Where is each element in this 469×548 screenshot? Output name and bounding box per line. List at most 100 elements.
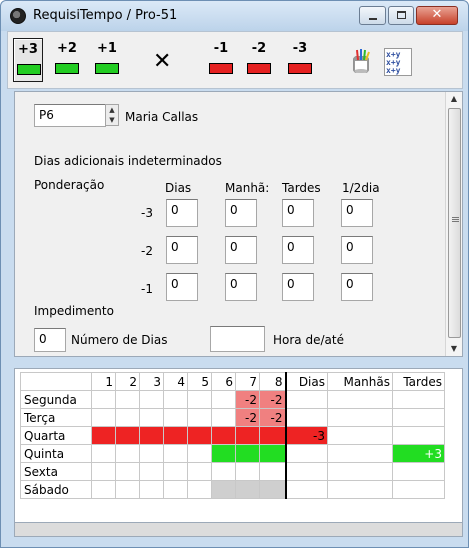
- grid-cell[interactable]: [187, 426, 212, 445]
- grid-cell-tardes[interactable]: [392, 426, 445, 445]
- grid-cell[interactable]: [91, 462, 116, 481]
- grid-cell-manhas[interactable]: [327, 480, 393, 499]
- weight-input[interactable]: 0: [341, 236, 373, 264]
- grid-cell[interactable]: [235, 480, 260, 499]
- grid-cell[interactable]: [139, 408, 164, 427]
- grid-cell[interactable]: [115, 408, 140, 427]
- grid-cell[interactable]: [211, 462, 236, 481]
- grid-col-header[interactable]: 1: [91, 372, 116, 391]
- grid-row-header[interactable]: Terça: [20, 408, 92, 427]
- grid-cell[interactable]: -2: [235, 390, 260, 409]
- subtract-three-button[interactable]: -3: [285, 38, 315, 82]
- grid-cell-tardes[interactable]: [392, 462, 445, 481]
- person-spinner[interactable]: ▲ ▼: [105, 104, 119, 126]
- weight-input[interactable]: 0: [341, 273, 373, 301]
- grid-cell[interactable]: [115, 462, 140, 481]
- title-bar[interactable]: RequisiTempo / Pro-51 ✕: [1, 1, 468, 31]
- grid-col-header[interactable]: 8: [259, 372, 287, 391]
- grid-col-header-dias[interactable]: Dias: [285, 372, 328, 391]
- grid-cell[interactable]: [91, 408, 116, 427]
- grid-cell[interactable]: [115, 390, 140, 409]
- grid-cell[interactable]: [139, 426, 164, 445]
- add-three-button[interactable]: +3: [13, 38, 43, 82]
- weight-input[interactable]: 0: [225, 273, 257, 301]
- grid-cell[interactable]: [211, 480, 236, 499]
- days-count-input[interactable]: 0: [34, 328, 66, 352]
- grid-cell-tardes[interactable]: +3: [392, 444, 445, 463]
- time-range-input[interactable]: [210, 326, 265, 352]
- grid-cell[interactable]: [139, 480, 164, 499]
- grid-cell[interactable]: [91, 426, 116, 445]
- grid-cell[interactable]: [211, 444, 236, 463]
- weight-input[interactable]: 0: [225, 199, 257, 227]
- grid-cell[interactable]: -2: [259, 408, 287, 427]
- grid-cell[interactable]: [163, 408, 188, 427]
- grid-row-header[interactable]: Quarta: [20, 426, 92, 445]
- grid-cell[interactable]: [187, 480, 212, 499]
- grid-cell[interactable]: [139, 462, 164, 481]
- spin-up-icon[interactable]: ▲: [106, 105, 118, 115]
- scroll-up-icon[interactable]: ▲: [446, 92, 462, 106]
- grid-col-header[interactable]: 2: [115, 372, 140, 391]
- grid-cell-tardes[interactable]: [392, 390, 445, 409]
- clear-button[interactable]: ✕: [149, 38, 179, 82]
- grid-cell[interactable]: [259, 426, 287, 445]
- grid-cell-manhas[interactable]: [327, 390, 393, 409]
- grid-col-header[interactable]: 3: [139, 372, 164, 391]
- grid-cell-manhas[interactable]: [327, 444, 393, 463]
- grid-cell[interactable]: [235, 462, 260, 481]
- weight-input[interactable]: 0: [282, 199, 314, 227]
- grid-cell[interactable]: [91, 390, 116, 409]
- subtract-two-button[interactable]: -2: [244, 38, 274, 82]
- grid-cell[interactable]: [139, 444, 164, 463]
- grid-cell[interactable]: [91, 480, 116, 499]
- grid-cell[interactable]: [187, 408, 212, 427]
- grid-cell[interactable]: [139, 390, 164, 409]
- grid-cell[interactable]: [259, 480, 287, 499]
- grid-cell[interactable]: [187, 444, 212, 463]
- weight-input[interactable]: 0: [166, 273, 198, 301]
- grid-cell-manhas[interactable]: [327, 426, 393, 445]
- grid-cell[interactable]: [163, 444, 188, 463]
- scroll-down-icon[interactable]: ▼: [446, 342, 462, 356]
- scroll-thumb[interactable]: [448, 108, 461, 338]
- spin-down-icon[interactable]: ▼: [106, 115, 118, 125]
- weight-input[interactable]: 0: [282, 236, 314, 264]
- variables-icon[interactable]: x+y x+y x+y: [384, 48, 412, 76]
- grid-cell-dias[interactable]: [285, 408, 328, 427]
- grid-row-header[interactable]: Quinta: [20, 444, 92, 463]
- grid-cell[interactable]: [259, 444, 287, 463]
- grid-cell[interactable]: [211, 426, 236, 445]
- close-button[interactable]: ✕: [416, 6, 458, 25]
- app-icon[interactable]: [10, 8, 26, 24]
- grid-cell[interactable]: [115, 426, 140, 445]
- minimize-button[interactable]: [359, 6, 386, 25]
- grid-cell[interactable]: [187, 390, 212, 409]
- grid-row-header[interactable]: Sexta: [20, 462, 92, 481]
- grid-cell[interactable]: [115, 444, 140, 463]
- grid-cell[interactable]: [259, 462, 287, 481]
- grid-cell[interactable]: [235, 426, 260, 445]
- subtract-one-button[interactable]: -1: [206, 38, 236, 82]
- weight-input[interactable]: 0: [225, 236, 257, 264]
- person-code-field[interactable]: P6: [34, 104, 106, 127]
- grid-cell[interactable]: -2: [235, 408, 260, 427]
- grid-cell-manhas[interactable]: [327, 408, 393, 427]
- grid-cell[interactable]: [163, 480, 188, 499]
- grid-row-header[interactable]: Sábado: [20, 480, 92, 499]
- grid-col-header-tardes[interactable]: Tardes: [392, 372, 445, 391]
- grid-cell[interactable]: [163, 462, 188, 481]
- grid-cell-dias[interactable]: [285, 390, 328, 409]
- weight-input[interactable]: 0: [282, 273, 314, 301]
- grid-cell-tardes[interactable]: [392, 480, 445, 499]
- grid-cell-dias[interactable]: [285, 480, 328, 499]
- grid-cell-tardes[interactable]: [392, 408, 445, 427]
- grid-cell[interactable]: [211, 390, 236, 409]
- weight-input[interactable]: 0: [341, 199, 373, 227]
- paint-bucket-icon[interactable]: [348, 48, 376, 74]
- grid-cell[interactable]: [211, 408, 236, 427]
- grid-cell-manhas[interactable]: [327, 462, 393, 481]
- grid-cell-dias[interactable]: [285, 462, 328, 481]
- add-one-button[interactable]: +1: [92, 38, 122, 82]
- grid-cell[interactable]: [235, 444, 260, 463]
